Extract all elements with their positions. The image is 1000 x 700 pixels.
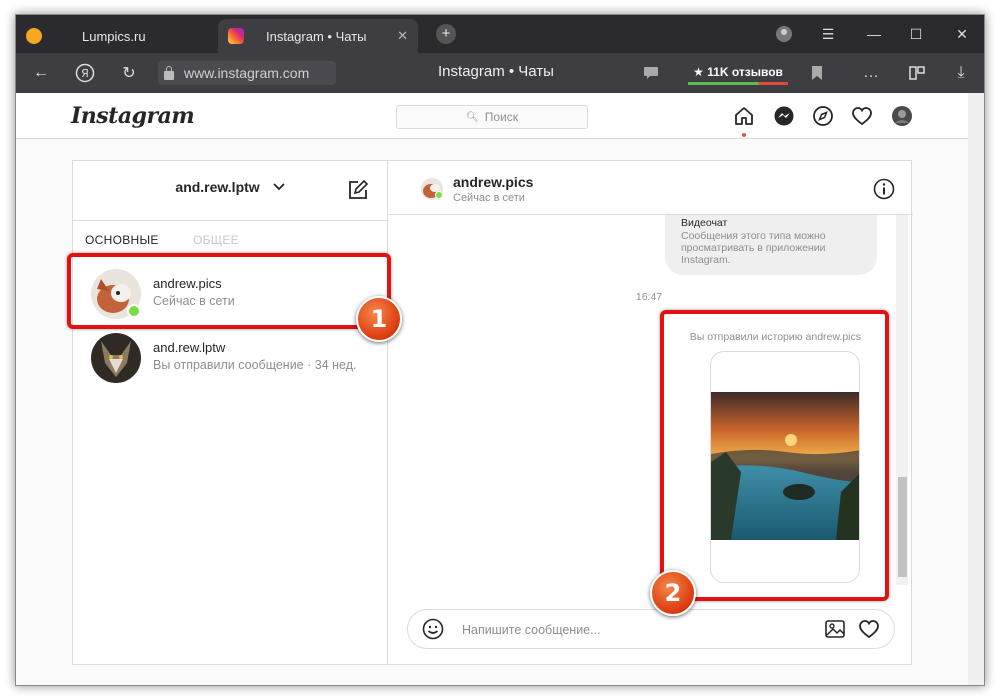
conversation-list-panel: and.rew.lptw ОСНОВНЫЕ ОБЩЕЕ andrew.pics … (73, 161, 388, 664)
page-scrollbar[interactable] (968, 93, 984, 685)
avatar (91, 333, 141, 383)
url-text: www.instagram.com (184, 65, 310, 81)
online-indicator (435, 191, 443, 199)
maximize-button[interactable]: ☐ (896, 15, 936, 53)
like-heart-icon[interactable] (858, 618, 880, 645)
info-button[interactable] (873, 178, 895, 205)
reviews-button[interactable]: ★ 11K отзывов (688, 61, 788, 85)
thread-scrollbar[interactable] (896, 215, 908, 585)
chat-name[interactable]: andrew.pics (453, 174, 533, 190)
tab-general[interactable]: ОБЩЕЕ (193, 233, 239, 247)
reload-icon[interactable]: ↻ (116, 61, 142, 85)
page-title: Instagram • Чаты (438, 63, 554, 80)
tab-close-icon[interactable]: ✕ (397, 28, 408, 44)
inbox-tabs: ОСНОВНЫЕ ОБЩЕЕ (73, 221, 387, 256)
bubble-title: Видеочат (681, 217, 728, 229)
notification-dot (742, 133, 746, 137)
new-message-button[interactable] (347, 179, 369, 206)
step-badge-2: 2 (650, 570, 696, 616)
account-name: and.rew.lptw (175, 179, 260, 195)
videochat-message-bubble: Видеочат Сообщения этого типа можно прос… (665, 215, 877, 275)
image-upload-icon[interactable] (824, 618, 846, 645)
thread-scrollbar-thumb[interactable] (898, 477, 907, 577)
extensions-icon[interactable] (904, 61, 930, 85)
menu-icon[interactable]: ☰ (808, 15, 848, 53)
tab-lumpics[interactable]: Lumpics.ru (16, 19, 216, 53)
message-timestamp: 16:47 (635, 291, 663, 303)
back-arrow-icon[interactable]: ← (28, 61, 54, 85)
info-icon (873, 178, 895, 200)
yandex-icon[interactable]: Я (72, 61, 98, 85)
chat-bubble-icon[interactable] (638, 61, 664, 85)
chat-status: Сейчас в сети (453, 192, 525, 204)
highlight-story (660, 310, 889, 601)
conversation-item-and-rew-lptw[interactable]: and.rew.lptw Вы отправили сообщение · 34… (73, 326, 388, 390)
search-icon: 🔍︎ (466, 111, 479, 123)
explore-icon[interactable] (812, 105, 834, 127)
instagram-logo[interactable]: Instagram (71, 103, 195, 129)
conversation-status: Вы отправили сообщение · 34 нед. (153, 358, 357, 372)
emoji-icon[interactable] (422, 618, 444, 645)
minimize-button[interactable]: — (854, 15, 894, 53)
inbox-header: and.rew.lptw (73, 161, 387, 221)
compose-icon (349, 179, 369, 199)
search-placeholder: Поиск (484, 110, 518, 124)
search-input[interactable]: 🔍︎ Поиск (396, 105, 588, 129)
home-icon[interactable] (733, 105, 755, 127)
new-tab-button[interactable]: + (436, 24, 456, 44)
chat-header: andrew.pics Сейчас в сети (389, 161, 913, 215)
tab-label: Lumpics.ru (82, 28, 146, 44)
url-field[interactable]: www.instagram.com (158, 61, 336, 85)
tab-bar: Lumpics.ru Instagram • Чаты ✕ + ☰ — ☐ ✕ (16, 15, 984, 53)
instagram-favicon-icon (228, 28, 244, 44)
lock-icon (164, 65, 174, 80)
instagram-header: Instagram 🔍︎ Поиск (16, 93, 970, 139)
heart-icon[interactable] (851, 105, 873, 127)
highlight-conversation (67, 253, 391, 329)
message-input[interactable]: Напишите сообщение... (462, 623, 601, 637)
tab-instagram[interactable]: Instagram • Чаты ✕ (218, 19, 418, 53)
message-composer[interactable]: Напишите сообщение... (407, 609, 895, 649)
profile-avatar[interactable] (891, 105, 913, 127)
bookmark-icon[interactable] (804, 61, 830, 85)
more-icon[interactable]: … (858, 61, 884, 85)
close-window-button[interactable]: ✕ (942, 15, 982, 53)
bubble-text: Сообщения этого типа можно просматривать… (681, 230, 826, 266)
account-switcher[interactable]: and.rew.lptw (73, 179, 388, 195)
tab-label: Instagram • Чаты (266, 28, 367, 44)
address-bar: ← Я ↻ www.instagram.com Instagram • Чаты… (16, 53, 984, 93)
conversation-name: and.rew.lptw (153, 340, 226, 355)
lumpics-favicon-icon (26, 28, 42, 44)
download-icon[interactable]: ⤓ (948, 61, 974, 85)
step-badge-1: 1 (356, 296, 402, 342)
svg-text:Я: Я (81, 67, 89, 80)
chevron-down-icon (272, 183, 285, 191)
extension-avatar-icon[interactable] (764, 15, 804, 53)
messenger-icon[interactable] (773, 105, 795, 127)
